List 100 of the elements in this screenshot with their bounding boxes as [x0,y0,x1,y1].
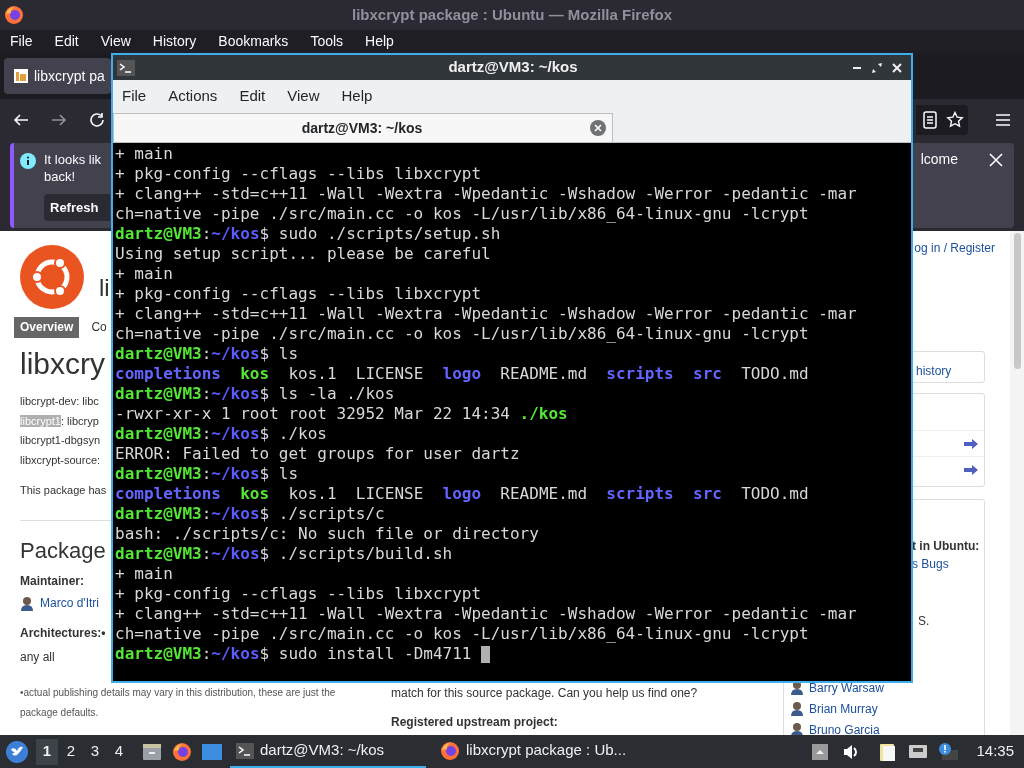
terminal-icon [236,742,254,759]
terminal-line: completions kos kos.1 LICENSE logo README.md scripts src TODO.md [115,364,810,384]
terminal-line: + pkg-config --cflags --libs libxcrypt [115,164,483,184]
menu-item[interactable]: Help [365,31,394,52]
menu-item[interactable]: Actions [168,84,218,108]
start-menu-icon[interactable] [6,740,28,763]
file-manager-icon[interactable] [142,741,162,762]
maintainer-link[interactable]: Marco d'Itri [40,593,99,613]
person-icon [790,701,804,716]
menu-item[interactable]: Edit [239,84,266,108]
workspace-button[interactable]: 1 [36,738,58,765]
browser-tab[interactable]: libxcrypt pa [4,58,111,94]
terminal-line: ERROR: Failed to get groups for user dartz [115,444,521,464]
terminal-line: + main [115,564,174,584]
info-icon [20,153,36,169]
star-icon[interactable] [946,111,964,129]
terminal-line: + clang++ -std=c++11 -Wall -Wextra -Wpedantic -Wshadow -Werror -pedantic -mar [115,604,858,624]
menu-icon[interactable] [994,111,1012,129]
desktop-icon[interactable] [202,742,222,761]
terminal-line: dartz@VM3:~/kos$ sudo ./scripts/setup.sh [115,224,502,244]
person-link[interactable]: Brian Murray [809,701,878,716]
firefox-icon [440,740,460,761]
firefox-icon[interactable] [172,741,192,762]
terminal-line: + clang++ -std=c++11 -Wall -Wextra -Wpedantic -Wshadow -Werror -pedantic -mar [115,304,858,324]
menu-item[interactable]: File [10,31,33,52]
upstream-note: match for this source package. Can you help us find one? [391,685,698,702]
terminal-line: + pkg-config --cflags --libs libxcrypt [115,284,483,304]
terminal-line: ch=native -pipe ./src/main.cc -o kos -L/usr/lib/x86_64-linux-gnu -lcrypt [115,324,810,344]
terminal-line: completions kos kos.1 LICENSE logo README.md scripts src TODO.md [115,484,810,504]
close-icon[interactable] [891,61,903,74]
terminal-line: Using setup script... please be careful [115,244,492,264]
workspace-button[interactable]: 4 [108,738,130,765]
person-link[interactable]: Bruno Garcia [809,722,880,735]
menu-item[interactable]: Bookmarks [218,31,289,52]
notification-icon[interactable] [938,741,959,762]
address-bar[interactable] [916,105,968,135]
terminal-line: bash: ./scripts/c: No such file or directory [115,524,540,544]
terminal-line: dartz@VM3:~/kos$ ./kos [115,424,328,444]
window-title: libxcrypt package : Ubuntu — Mozilla Firefox [350,4,673,25]
page-tab[interactable]: Co [91,317,107,338]
package-line: libxcrypt-source: [20,452,101,468]
menu-item[interactable]: History [152,31,197,52]
ubuntu-logo-icon [20,245,84,309]
clock: 14:35 [976,741,1014,762]
person-icon [20,595,34,611]
workspace-button[interactable]: 2 [60,738,82,765]
scrollbar-thumb[interactable] [1013,233,1021,369]
field-label: Registered upstream project: [391,714,558,731]
taskbar-button[interactable]: dartz@VM3: ~/kos [230,735,426,768]
person-link[interactable]: Barry Warsaw [809,680,884,695]
close-icon[interactable] [590,120,606,136]
menu-item[interactable]: View [100,31,131,52]
maximize-icon[interactable] [871,61,883,74]
terminal-line: dartz@VM3:~/kos$ ./scripts/build.sh [115,544,454,564]
firefox-icon [4,5,24,25]
menu-item[interactable]: Edit [54,31,79,52]
package-line: libcrypt1-dbgsyn [20,433,101,448]
package-line: libcrypt1: libcryp [20,413,100,429]
menu-item[interactable]: File [122,84,147,108]
terminal-line: dartz@VM3:~/kos$ ls [115,464,300,484]
terminal-tab[interactable]: dartz@VM3: ~/kos [113,113,613,142]
sidebar-text: S. [918,613,930,630]
terminal-line: ch=native -pipe ./src/main.cc -o kos -L/usr/lib/x86_64-linux-gnu -lcrypt [115,624,810,644]
arrow-right-icon[interactable] [964,438,978,449]
history-link[interactable]: history [916,364,952,378]
network-icon[interactable] [908,743,929,760]
workspace-button[interactable]: 3 [84,738,106,765]
package-line: libcrypt-dev: libc [20,394,100,409]
menu-item[interactable]: Tools [310,31,344,52]
notification-text: It looks lik [44,151,102,168]
launchpad-icon [14,69,28,83]
terminal-line: + main [115,264,174,284]
bugs-link[interactable]: s Bugs [912,555,949,573]
terminal-line: + main [115,144,174,164]
taskbar-button[interactable]: libxcrypt package : Ub... [434,735,630,768]
terminal-icon [117,59,135,76]
terminal-line: dartz@VM3:~/kos$ sudo install -Dm4711 [115,644,911,664]
footnote-text: package defaults. [20,706,99,720]
refresh-button[interactable]: Refresh [44,194,110,221]
field-label: Maintainer: [20,573,84,590]
reload-icon[interactable] [88,111,106,129]
field-value: any all [20,649,55,666]
page-heading: libxcry [20,346,105,382]
menu-item[interactable]: Help [341,84,373,108]
package-note: This package has [20,483,107,498]
login-link[interactable]: og in / Register [914,239,995,257]
field-label: Architectures:• [20,625,106,642]
site-subtitle: li [99,275,110,301]
menu-item[interactable]: View [287,84,320,108]
notification-text: back! [44,168,76,185]
tray-expand-icon[interactable] [812,743,829,760]
arrow-right-icon[interactable] [964,464,978,475]
terminal-line: ch=native -pipe ./src/main.cc -o kos -L/usr/lib/x86_64-linux-gnu -lcrypt [115,204,810,224]
page-tab[interactable]: Overview [14,317,80,338]
person-icon [790,722,804,735]
terminal-line: dartz@VM3:~/kos$ ls [115,344,300,364]
notification-text: lcome [920,151,958,169]
section-title: Package [20,537,106,565]
reader-view-icon[interactable] [922,111,938,129]
footnote-text: •actual publishing details may vary in this distribution, these are just the [20,686,336,700]
